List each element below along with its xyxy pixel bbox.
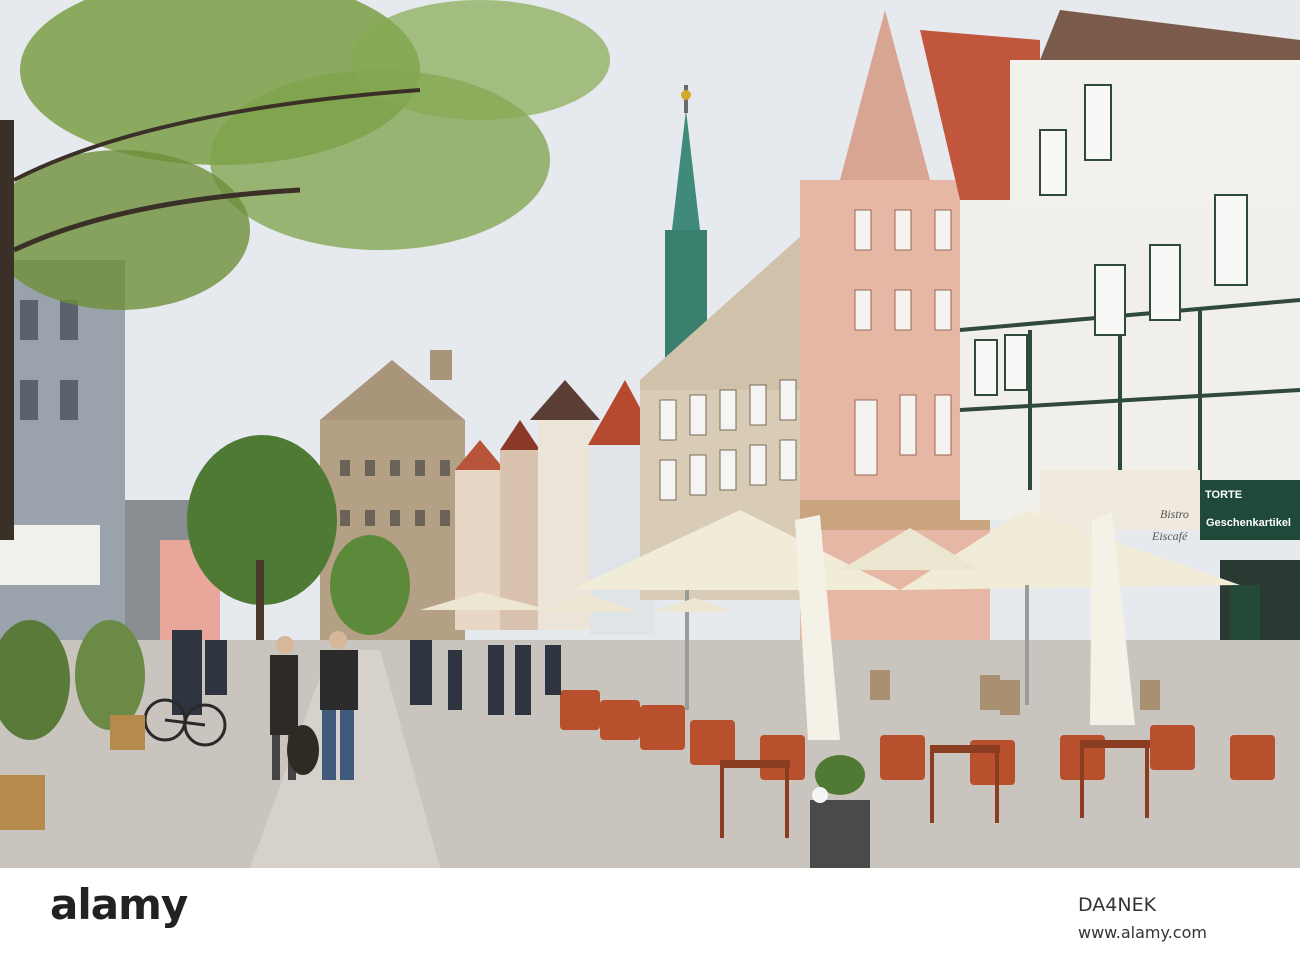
shop-sign-geschenkartikel: Geschenkartikel bbox=[1206, 517, 1291, 529]
awning-text-eiscafe: Eiscafé bbox=[1151, 529, 1188, 543]
photo-scene: Bistro Eiscafé TORTE Geschenkartikel bbox=[0, 0, 1300, 868]
alamy-logo[interactable]: alamy bbox=[50, 884, 188, 926]
stock-photo-frame: Bistro Eiscafé TORTE Geschenkartikel ala… bbox=[0, 0, 1300, 956]
shop-sign-top: TORTE bbox=[1205, 489, 1242, 501]
stock-website-link[interactable]: www.alamy.com bbox=[1078, 925, 1207, 941]
stock-image-id: DA4NEK bbox=[1078, 894, 1157, 916]
street-photo: Bistro Eiscafé TORTE Geschenkartikel bbox=[0, 0, 1300, 868]
planter bbox=[810, 800, 870, 868]
half-timbered-building bbox=[959, 10, 1300, 520]
awning-text-bistro: Bistro bbox=[1160, 507, 1189, 521]
